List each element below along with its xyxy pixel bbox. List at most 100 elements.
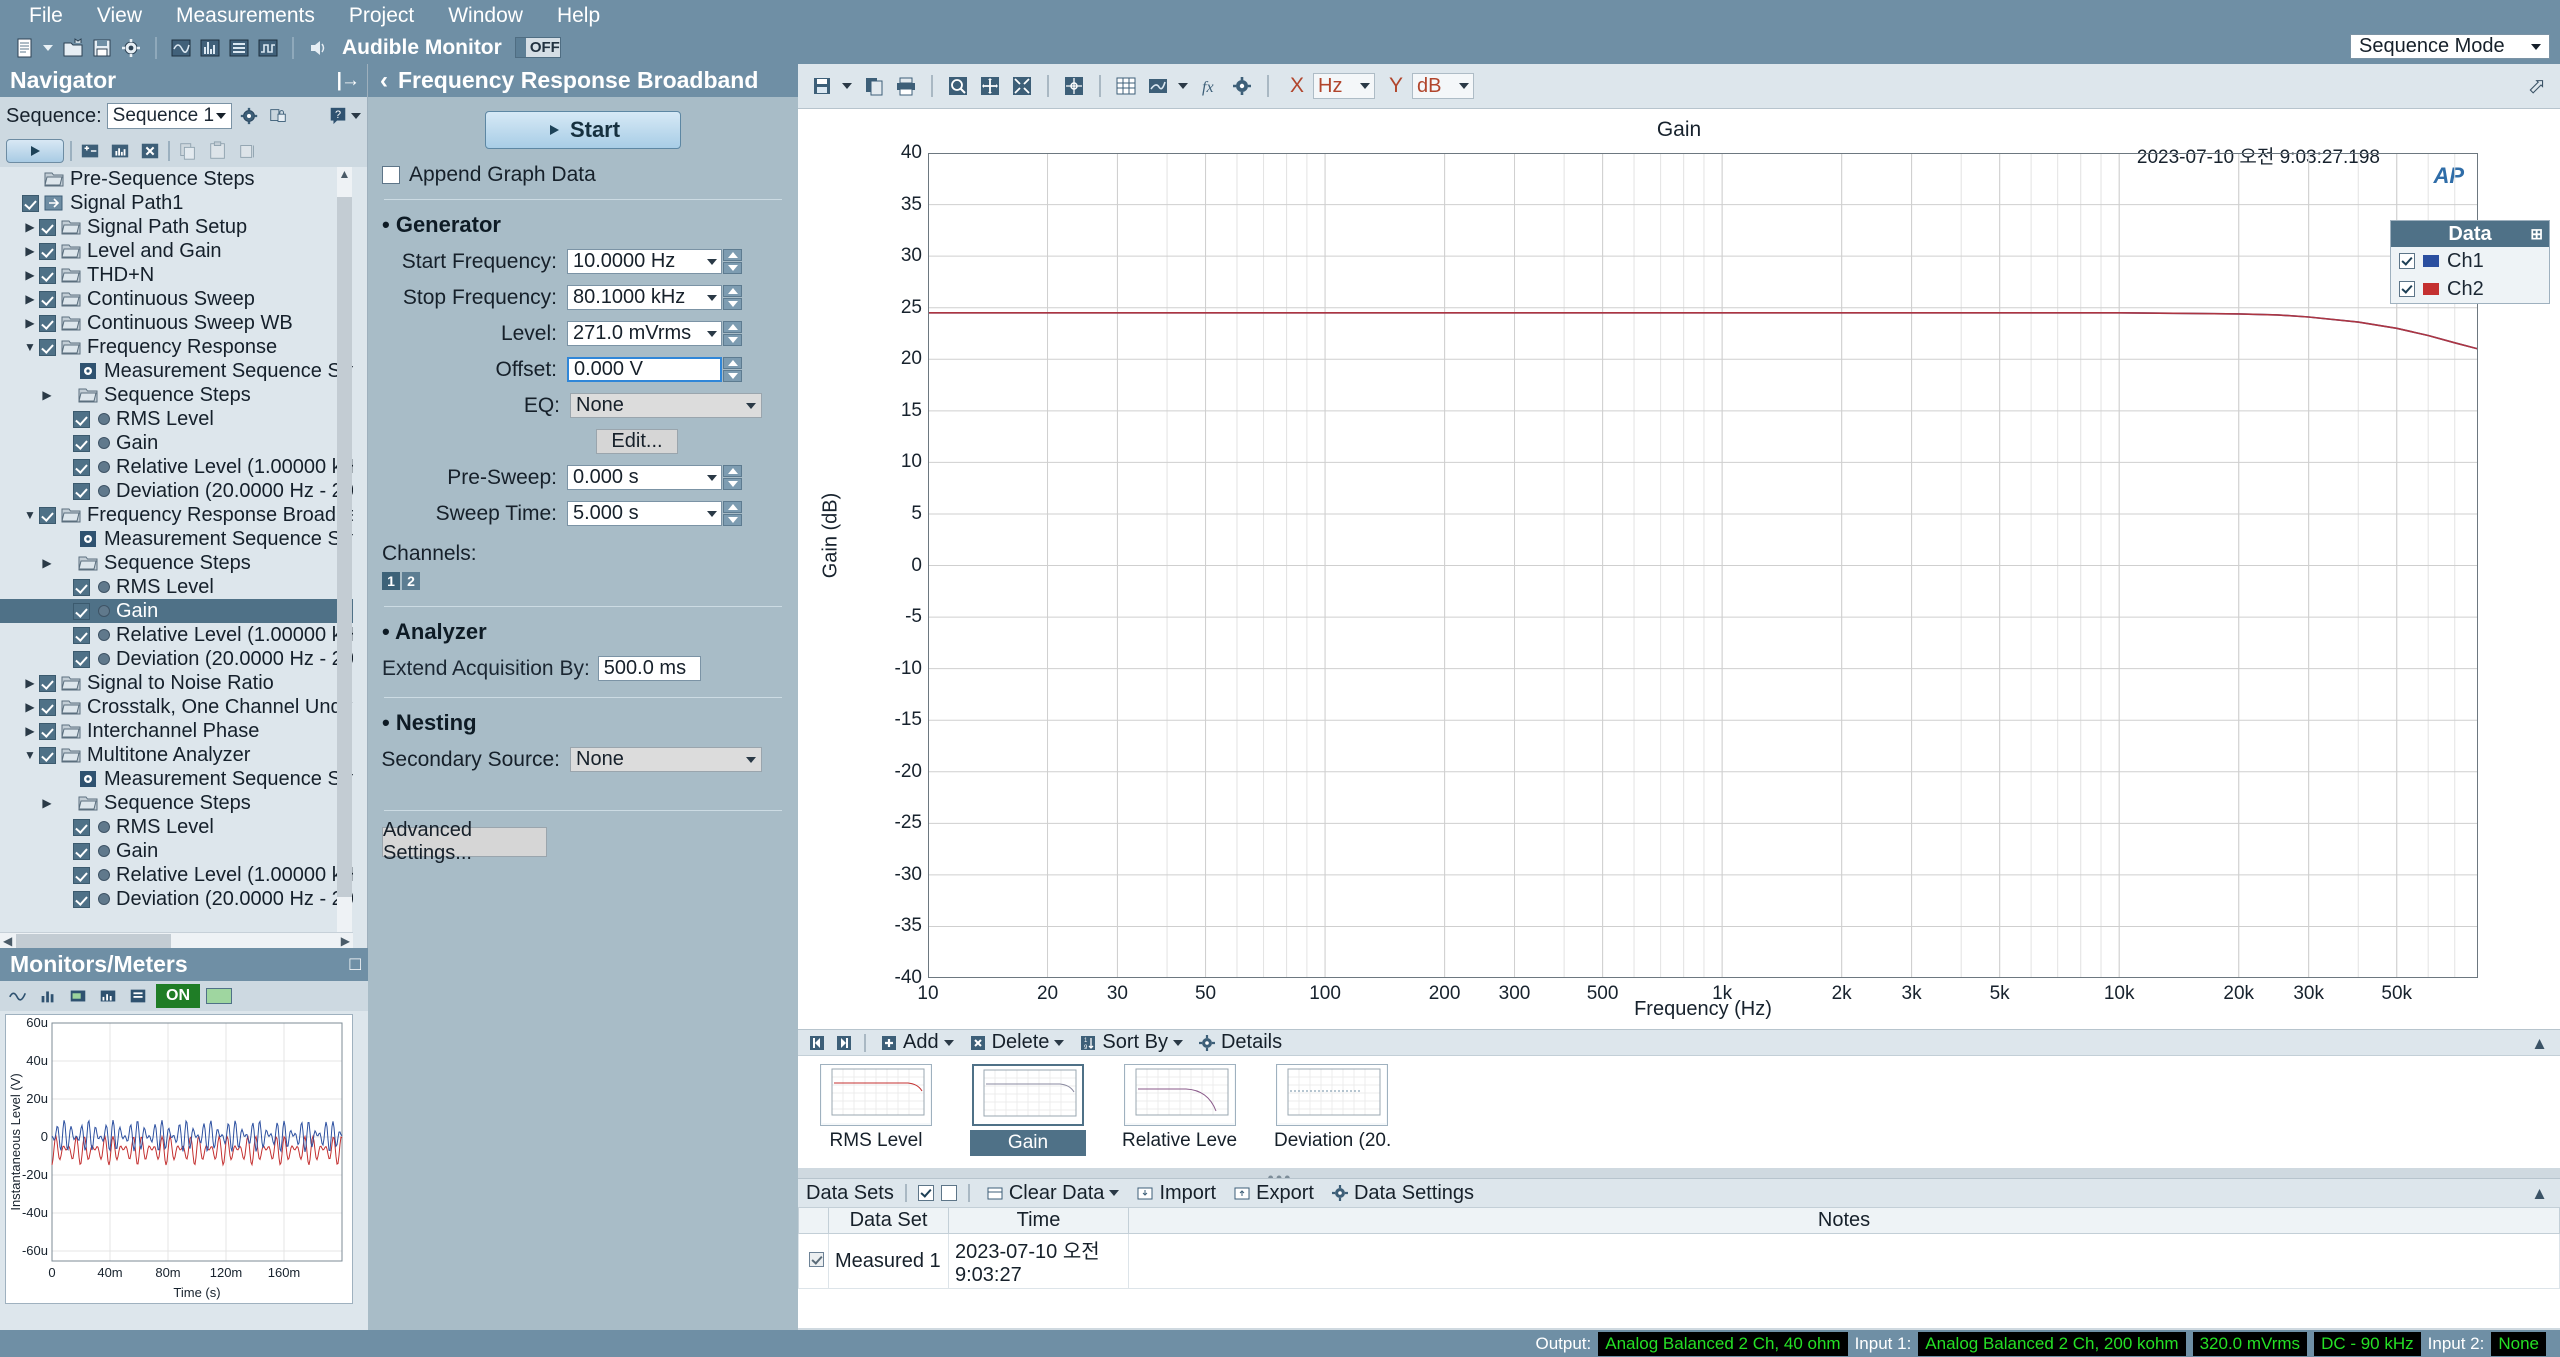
chevron-right-icon[interactable]: ▶ xyxy=(38,388,56,402)
tree-item-frequency-response[interactable]: ▼Frequency Response xyxy=(0,335,353,359)
pan-icon[interactable] xyxy=(976,72,1004,100)
chevron-right-icon[interactable]: ▶ xyxy=(21,292,39,306)
spectrum-icon[interactable] xyxy=(197,35,223,61)
tree-checkbox[interactable] xyxy=(73,819,90,836)
tree-item-relative-level-1-00000-khz[interactable]: Relative Level (1.00000 kHz) xyxy=(0,863,353,887)
result-thumbnail[interactable] xyxy=(1276,1064,1388,1126)
tree-checkbox[interactable] xyxy=(73,411,90,428)
eq-select[interactable]: None xyxy=(570,393,762,418)
spinner-down[interactable] xyxy=(723,514,742,526)
pre-sweep-input[interactable]: 0.000 s xyxy=(567,465,722,490)
scope-plot[interactable]: 60u40u20u0-20u-40u-60u040m80m120m160mTim… xyxy=(5,1014,353,1304)
spinner-up[interactable] xyxy=(723,357,742,369)
data-settings-button[interactable]: Data Settings xyxy=(1326,1182,1479,1205)
tree-item-continuous-sweep[interactable]: ▶Continuous Sweep xyxy=(0,287,353,311)
scroll-right-arrow-icon[interactable]: ▶ xyxy=(341,934,353,948)
menu-item-measurements[interactable]: Measurements xyxy=(159,1,332,31)
spinner-up[interactable] xyxy=(723,285,742,297)
tree-item-relative-level-1-00000-khz[interactable]: Relative Level (1.00000 kHz) xyxy=(0,455,353,479)
spinner-down[interactable] xyxy=(723,478,742,490)
menu-item-file[interactable]: File xyxy=(12,1,80,31)
scroll-left-arrow-icon[interactable]: ◀ xyxy=(0,934,12,948)
copy-graph-icon[interactable] xyxy=(860,72,888,100)
tree-item-crosstalk-one-channel-undriven[interactable]: ▶Crosstalk, One Channel Undriven xyxy=(0,695,353,719)
tree-item-gain[interactable]: Gain xyxy=(0,599,353,623)
save-graph-dropdown-icon[interactable] xyxy=(842,83,852,89)
save-graph-icon[interactable] xyxy=(808,72,836,100)
append-graph-checkbox[interactable] xyxy=(382,166,400,184)
last-result-icon[interactable] xyxy=(833,1032,855,1054)
tree-checkbox[interactable] xyxy=(39,747,56,764)
navigator-tree[interactable]: Pre-Sequence StepsSignal Path1▶Signal Pa… xyxy=(0,167,353,1005)
start-frequency-input[interactable]: 10.0000 Hz xyxy=(567,249,722,274)
chevron-right-icon[interactable]: ▶ xyxy=(21,676,39,690)
chevron-right-icon[interactable]: ▶ xyxy=(21,316,39,330)
tree-checkbox[interactable] xyxy=(39,219,56,236)
sequence-lock-icon[interactable] xyxy=(266,104,290,128)
chevron-right-icon[interactable]: ▶ xyxy=(38,796,56,810)
input1-value[interactable]: Analog Balanced 2 Ch, 200 kohm xyxy=(1918,1332,2185,1356)
add-step-icon[interactable] xyxy=(78,139,102,163)
spinner[interactable] xyxy=(723,321,742,346)
tree-item-relative-level-1-00000-khz[interactable]: Relative Level (1.00000 kHz) xyxy=(0,623,353,647)
sort-by-button[interactable]: 19 Sort By xyxy=(1074,1031,1188,1054)
tree-checkbox[interactable] xyxy=(39,315,56,332)
spinner-up[interactable] xyxy=(723,465,742,477)
tree-checkbox[interactable] xyxy=(73,579,90,596)
speaker-icon[interactable] xyxy=(305,35,331,61)
chevron-right-icon[interactable]: ▶ xyxy=(21,268,39,282)
scrollbar-thumb[interactable] xyxy=(337,197,352,897)
result-item-gain[interactable]: Gain xyxy=(970,1064,1086,1156)
start-button[interactable]: Start xyxy=(485,111,681,149)
output-value[interactable]: Analog Balanced 2 Ch, 40 ohm xyxy=(1598,1332,1847,1356)
tree-item-multitone-analyzer[interactable]: ▼Multitone Analyzer xyxy=(0,743,353,767)
spinner-up[interactable] xyxy=(723,321,742,333)
input1-bandwidth[interactable]: DC - 90 kHz xyxy=(2314,1332,2421,1356)
tree-checkbox[interactable] xyxy=(39,339,56,356)
advanced-settings-button[interactable]: Advanced Settings... xyxy=(382,827,547,857)
level-input[interactable]: 271.0 mVrms xyxy=(567,321,722,346)
chevron-right-icon[interactable]: ▶ xyxy=(21,244,39,258)
spinner-down[interactable] xyxy=(723,334,742,346)
list-icon[interactable] xyxy=(226,35,252,61)
pulse-icon[interactable] xyxy=(255,35,281,61)
pin-panel-icon[interactable]: |→ xyxy=(337,70,359,92)
run-sequence-button[interactable] xyxy=(6,139,64,163)
input2-value[interactable]: None xyxy=(2491,1332,2546,1356)
tree-checkbox[interactable] xyxy=(22,195,39,212)
spinner[interactable] xyxy=(723,501,742,526)
sequence-mode-dropdown[interactable]: Sequence Mode xyxy=(2350,34,2550,59)
tree-checkbox[interactable] xyxy=(73,891,90,908)
x-axis-unit-dropdown[interactable]: Hz xyxy=(1313,73,1375,99)
legend-pin-icon[interactable]: ⊞ xyxy=(2530,225,2543,243)
spinner-down[interactable] xyxy=(723,370,742,382)
legend-checkbox-ch1[interactable] xyxy=(2399,253,2415,269)
ds-col-notes[interactable]: Notes xyxy=(1129,1208,2560,1234)
add-measurement-icon[interactable] xyxy=(108,139,132,163)
tree-item-pre-sequence-steps[interactable]: Pre-Sequence Steps xyxy=(0,167,353,191)
function-icon[interactable]: fx xyxy=(1196,72,1224,100)
spinner-down[interactable] xyxy=(723,262,742,274)
ds-col-time[interactable]: Time xyxy=(949,1208,1129,1234)
ds-col-data-set[interactable]: Data Set xyxy=(829,1208,949,1234)
tree-item-level-and-gain[interactable]: ▶Level and Gain xyxy=(0,239,353,263)
legend-row-ch1[interactable]: Ch1 xyxy=(2391,247,2549,275)
legend-row-ch2[interactable]: Ch2 xyxy=(2391,275,2549,303)
chevron-right-icon[interactable]: ▶ xyxy=(38,556,56,570)
sequence-dropdown[interactable]: Sequence 1 xyxy=(107,103,232,129)
spinner[interactable] xyxy=(723,285,742,310)
navigator-horizontal-scrollbar[interactable]: ◀ ▶ xyxy=(0,932,353,948)
paste-step-icon[interactable] xyxy=(206,139,230,163)
back-button[interactable]: ‹ xyxy=(380,67,388,95)
append-graph-data-row[interactable]: Append Graph Data xyxy=(382,163,798,187)
tree-item-gain[interactable]: Gain xyxy=(0,839,353,863)
clear-data-button[interactable]: Clear Data xyxy=(981,1182,1125,1205)
tree-checkbox[interactable] xyxy=(39,699,56,716)
eq-edit-button[interactable]: Edit... xyxy=(596,429,678,454)
tree-item-sequence-steps[interactable]: ▶Sequence Steps xyxy=(0,791,353,815)
chevron-down-icon[interactable]: ▼ xyxy=(21,340,39,354)
tree-item-rms-level[interactable]: RMS Level xyxy=(0,815,353,839)
import-button[interactable]: Import xyxy=(1131,1182,1221,1205)
tree-checkbox[interactable] xyxy=(73,435,90,452)
tree-item-signal-path-setup[interactable]: ▶Signal Path Setup xyxy=(0,215,353,239)
